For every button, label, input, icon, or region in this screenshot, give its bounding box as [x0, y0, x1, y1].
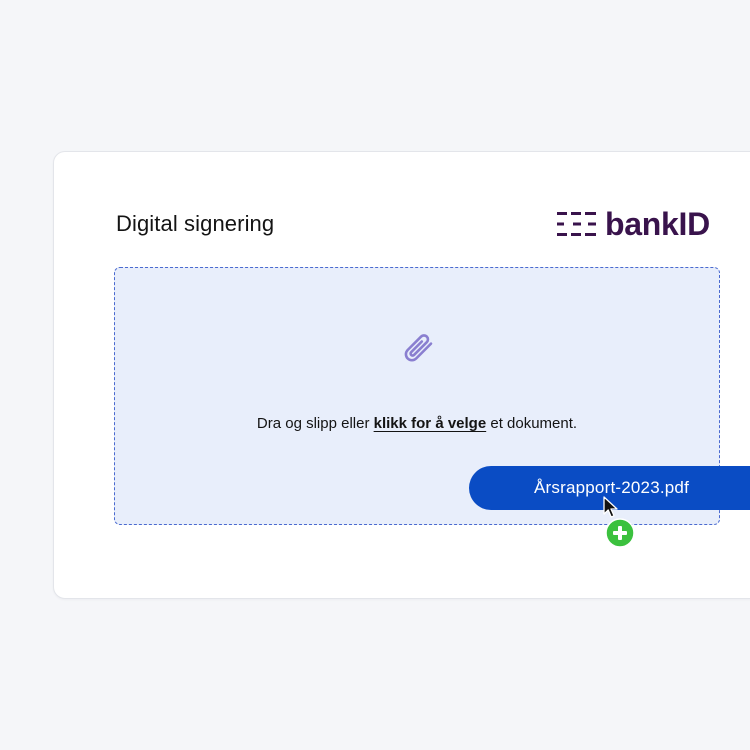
page-title: Digital signering: [116, 211, 275, 236]
bankid-logo-text: bankID: [605, 206, 710, 242]
paperclip-icon: [404, 334, 433, 362]
instructions-suffix: et dokument.: [486, 415, 578, 432]
bankid-mark-icon: [557, 212, 596, 236]
dragged-file-name: Årsrapport-2023.pdf: [534, 478, 689, 497]
plus-circle-icon: [605, 518, 635, 548]
instructions-prefix: Dra og slipp eller: [256, 415, 374, 432]
arrow-cursor-icon: [603, 496, 618, 518]
choose-file-link[interactable]: klikk for å velge: [374, 415, 487, 432]
bankid-logo: bankID: [557, 208, 710, 240]
signing-card: Digital signering bankID Dra og slipp el…: [53, 151, 750, 599]
page: Digital signering bankID Dra og slipp el…: [0, 0, 750, 750]
dropzone-instructions: Dra og slipp eller klikk for å velge et …: [115, 415, 719, 432]
